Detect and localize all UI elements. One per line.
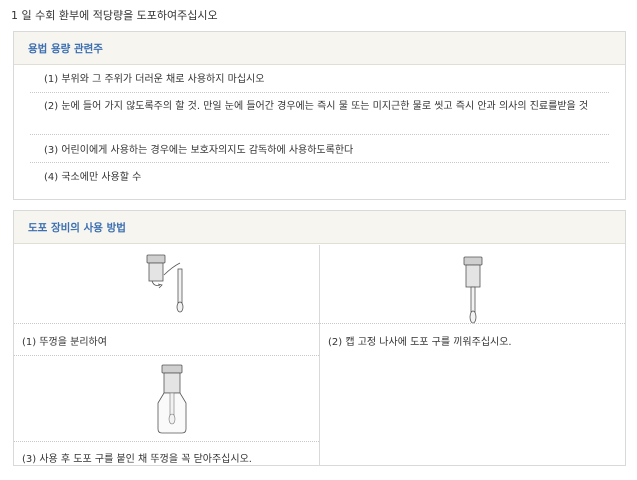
step-caption: (2) 캡 고정 나사에 도포 구를 끼워주십시오.: [328, 337, 512, 348]
row-divider: [14, 441, 319, 442]
dosage-instruction: 1 일 수회 환부에 적당량을 도포하여주십시오: [11, 9, 218, 22]
usage-note-item: (3) 어린이에게 사용하는 경우에는 보호자의지도 감독하에 사용하도록한다: [30, 135, 609, 163]
usage-note-item: (4) 국소에만 사용할 수: [44, 172, 142, 183]
cap-removed-icon: [146, 254, 184, 313]
usage-note-item: (1) 부위와 그 주위가 더러운 채로 사용하지 마십시오: [30, 65, 609, 93]
applicator-attached-icon: [463, 256, 483, 324]
applicator-usage-header: 도포 장비의 사용 방법: [14, 211, 625, 244]
row-divider: [14, 355, 319, 356]
step-caption: (1) 뚜껑을 분리하여: [22, 337, 107, 348]
usage-note-item: (2) 눈에 들어 가지 않도록주의 할 것. 만일 눈에 들어간 경우에는 즉…: [30, 93, 609, 135]
step-caption: (3) 사용 후 도포 구를 붙인 채 뚜껑을 꼭 닫아주십시오.: [22, 454, 252, 465]
usage-notes-panel: 용법 용량 관련주 (1) 부위와 그 주위가 더러운 채로 사용하지 마십시오…: [13, 31, 626, 200]
row-divider: [14, 323, 319, 324]
usage-notes-title: 용법 용량 관련주: [28, 42, 103, 55]
applicator-usage-title: 도포 장비의 사용 방법: [28, 221, 126, 234]
column-divider: [319, 245, 320, 465]
bottle-closed-icon: [157, 364, 187, 434]
usage-notes-header: 용법 용량 관련주: [14, 32, 625, 65]
row-divider: [320, 323, 625, 324]
applicator-steps-grid: (1) 뚜껑을 분리하여 (2) 캡 고정 나사에 도포 구를 끼워주십시오. …: [14, 245, 625, 465]
usage-notes-list: (1) 부위와 그 주위가 더러운 채로 사용하지 마십시오 (2) 눈에 들어…: [14, 65, 625, 190]
applicator-usage-panel: 도포 장비의 사용 방법 (1) 뚜껑을 분리하여 (2) 캡 고정 나사에 도…: [13, 210, 626, 466]
